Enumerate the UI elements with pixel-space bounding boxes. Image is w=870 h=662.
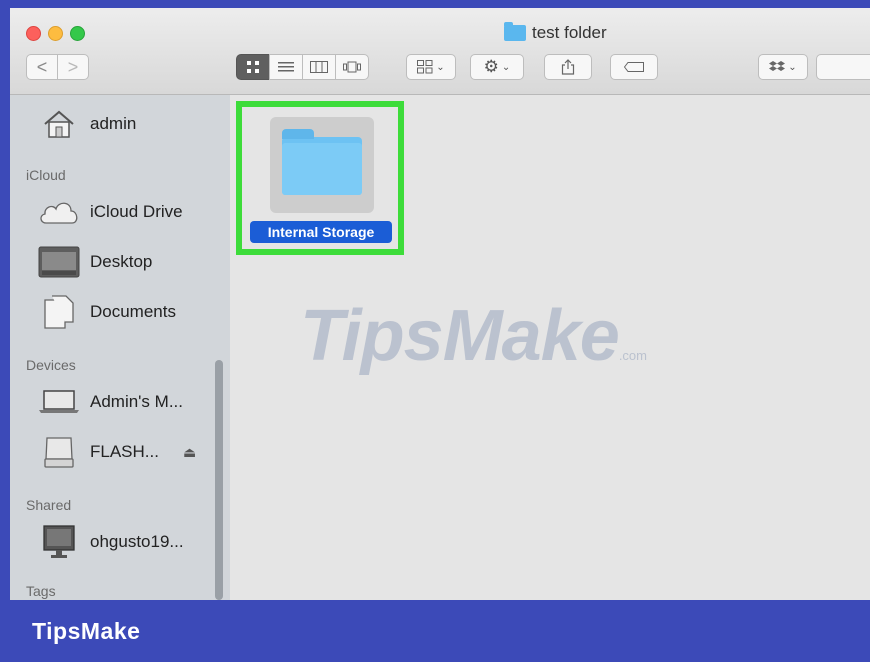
sidebar-item-shared-computer[interactable]: ohgusto19... <box>38 521 218 563</box>
drive-icon <box>38 434 80 470</box>
list-view-icon <box>278 62 294 72</box>
icon-view-icon <box>247 61 259 73</box>
gear-icon: ⚙ <box>483 57 499 76</box>
bottom-banner: TipsMake <box>0 600 870 662</box>
frame-left-border <box>0 0 10 600</box>
frame-top-border <box>0 0 870 8</box>
documents-icon <box>38 294 80 330</box>
section-icloud: iCloud <box>26 167 66 183</box>
cloud-icon <box>38 194 80 230</box>
grid-arrange-icon <box>417 60 433 74</box>
dropbox-icon <box>769 61 786 71</box>
folder-item-internal-storage[interactable] <box>270 117 374 213</box>
sidebar-item-desktop[interactable]: Desktop <box>38 241 218 283</box>
cover-flow-icon <box>343 61 361 73</box>
sidebar-item-label: Documents <box>90 302 176 321</box>
finder-window: test folder < > ⌄ ⚙ ⌄ ⌄ admin iCloud iCl… <box>10 8 870 600</box>
sidebar-item-icloud-drive[interactable]: iCloud Drive <box>38 191 218 233</box>
section-shared: Shared <box>26 497 72 513</box>
window-title: test folder <box>504 22 607 43</box>
view-mode-segment <box>236 54 369 80</box>
section-devices: Devices <box>26 357 76 373</box>
sidebar-item-label: FLASH... <box>90 442 159 461</box>
titlebar: test folder < > ⌄ ⚙ ⌄ ⌄ <box>10 8 870 95</box>
window-title-text: test folder <box>532 23 607 42</box>
zoom-button[interactable] <box>70 26 85 41</box>
forward-button[interactable]: > <box>57 54 89 80</box>
home-icon <box>38 106 80 142</box>
search-field[interactable] <box>816 54 870 80</box>
tag-button[interactable] <box>610 54 658 80</box>
arrange-button[interactable]: ⌄ <box>406 54 456 80</box>
list-view-button[interactable] <box>269 54 303 80</box>
sidebar-item-label: ohgusto19... <box>90 532 184 551</box>
minimize-button[interactable] <box>48 26 63 41</box>
section-tags: Tags <box>26 583 56 599</box>
folder-icon <box>282 129 362 195</box>
banner-text: TipsMake <box>32 618 141 644</box>
cover-flow-button[interactable] <box>335 54 369 80</box>
icon-view-button[interactable] <box>236 54 270 80</box>
share-icon <box>561 59 575 75</box>
chevron-down-icon: ⌄ <box>788 61 797 73</box>
close-button[interactable] <box>26 26 41 41</box>
monitor-icon <box>38 524 80 560</box>
column-view-icon <box>310 61 328 73</box>
desktop-icon <box>38 244 80 280</box>
chevron-down-icon: ⌄ <box>501 61 511 73</box>
sidebar: admin iCloud iCloud Drive Desktop Docume… <box>10 95 230 600</box>
tag-icon <box>624 62 644 72</box>
action-button[interactable]: ⚙ ⌄ <box>470 54 524 80</box>
share-button[interactable] <box>544 54 592 80</box>
folder-name-label[interactable]: Internal Storage <box>250 221 392 243</box>
watermark-text: TipsMake <box>300 296 620 376</box>
sidebar-item-label: admin <box>90 114 137 133</box>
chevron-down-icon: ⌄ <box>436 61 445 73</box>
watermark-suffix: .com <box>618 348 647 363</box>
sidebar-item-admin[interactable]: admin <box>38 103 218 145</box>
folder-icon <box>504 22 526 41</box>
back-button[interactable]: < <box>26 54 58 80</box>
highlight-box: Internal Storage <box>236 101 404 255</box>
sidebar-item-documents[interactable]: Documents <box>38 291 218 333</box>
sidebar-item-label: iCloud Drive <box>90 202 183 221</box>
sidebar-item-admins-mac[interactable]: Admin's M... <box>38 381 218 423</box>
chevron-left-icon: < <box>36 56 48 77</box>
column-view-button[interactable] <box>302 54 336 80</box>
chevron-right-icon: > <box>67 56 79 77</box>
sidebar-item-label: Desktop <box>90 252 153 271</box>
eject-icon[interactable]: ⏏ <box>183 444 196 461</box>
sidebar-item-label: Admin's M... <box>90 392 183 411</box>
sidebar-scrollbar[interactable] <box>215 360 223 600</box>
laptop-icon <box>38 384 80 420</box>
dropbox-button[interactable]: ⌄ <box>758 54 808 80</box>
file-browser-area: Internal Storage TipsMake.com <box>230 95 870 600</box>
sidebar-item-flash-drive[interactable]: FLASH... ⏏ <box>38 431 218 473</box>
watermark: TipsMake.com <box>300 295 647 377</box>
